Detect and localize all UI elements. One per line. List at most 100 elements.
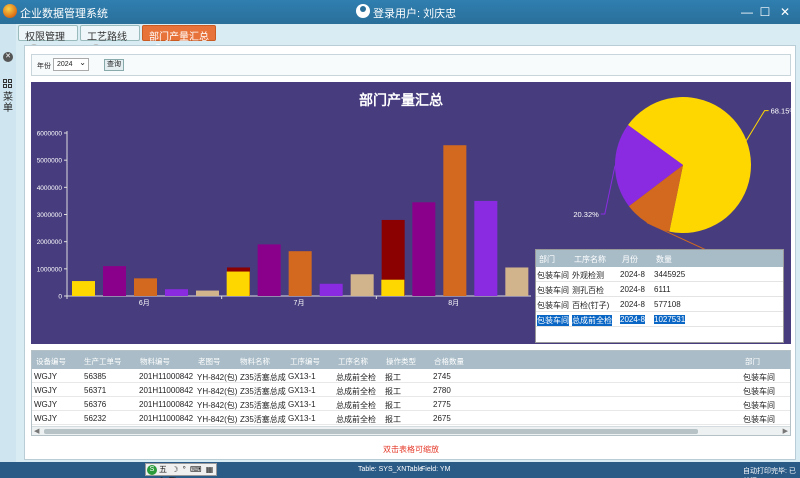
close-window-button[interactable]: ✕ <box>776 3 794 21</box>
tab-permissions[interactable]: 权限管理✕ <box>18 25 78 53</box>
col-header[interactable]: 工序编号 <box>290 356 320 367</box>
cell: WGJY <box>34 400 58 409</box>
cell: 包装车间 <box>537 301 569 310</box>
bar <box>505 267 529 296</box>
summary-row-selected[interactable]: 包装车间 总成前全检 2024-8 1027531 <box>536 312 783 327</box>
horizontal-scrollbar[interactable]: ◀ ▶ <box>32 426 790 435</box>
cell: YH-842(包) <box>197 387 238 396</box>
cell: 报工 <box>385 415 401 424</box>
scrollbar-thumb[interactable] <box>44 429 698 434</box>
cell: 2675 <box>433 414 451 423</box>
col-header[interactable]: 部门 <box>745 356 760 367</box>
cell: 201H11000842 <box>139 414 194 423</box>
summary-row[interactable]: 包装车间 测孔百检 2024-8 6111 <box>536 282 783 297</box>
col-header[interactable]: 老图号 <box>198 356 221 367</box>
bar <box>288 251 312 296</box>
cell: 包装车间 <box>743 387 775 396</box>
cell: WGJY <box>34 414 58 423</box>
cell: 包装车间 <box>537 271 569 280</box>
summary-row[interactable]: 包装车间 百检(钉子) 2024-8 577108 <box>536 297 783 312</box>
cell: 2024-8 <box>620 285 645 294</box>
maximize-button[interactable]: ☐ <box>756 3 774 21</box>
pie-label: 68.15% <box>771 107 791 116</box>
cell: Z35活塞总成 <box>240 387 286 396</box>
cell: WGJY <box>34 386 58 395</box>
cell: 总成前全检 <box>572 315 612 326</box>
pie-chart: 68.15%11.41%20.32% <box>573 97 791 252</box>
filter-bar: 年份 2024 查询 <box>31 54 791 76</box>
cell: 2024-8 <box>620 270 645 279</box>
user-icon <box>356 4 370 18</box>
main-content: 年份 2024 查询 部门产量汇总 0100000020000003000000… <box>24 45 796 460</box>
col-header: 部门 <box>539 255 555 264</box>
summary-table-header: 部门 工序名称 月份 数量 <box>536 250 783 267</box>
cell: 测孔百检 <box>572 286 604 295</box>
bar <box>381 279 405 296</box>
col-header[interactable]: 设备编号 <box>36 356 66 367</box>
tab-label: 权限管理 <box>25 32 65 43</box>
col-header[interactable]: 物料编号 <box>140 356 170 367</box>
cell: 总成前全检 <box>336 387 376 396</box>
menu-label[interactable]: 菜单 <box>3 92 13 114</box>
cell: 577108 <box>654 300 681 309</box>
cell: Z35活塞总成 <box>240 373 286 382</box>
cell: 百检(钉子) <box>572 301 610 310</box>
col-header: 数量 <box>656 255 672 264</box>
cell: 报工 <box>385 401 401 410</box>
tab-process-route[interactable]: 工艺路线✕ <box>80 25 140 53</box>
cell: 6111 <box>654 285 671 294</box>
left-rail: ✕ 菜单 <box>0 24 16 478</box>
y-tick-label: 0 <box>58 294 62 301</box>
cell: YH-842(包) <box>197 373 238 382</box>
bar <box>103 266 126 296</box>
pie-leader-line <box>745 110 769 141</box>
scroll-right-icon[interactable]: ▶ <box>783 427 788 435</box>
tab-label: 部门产量汇总 <box>149 32 209 43</box>
table-row[interactable]: WGJY 56376 201H11000842 YH-842(包) Z35活塞总… <box>32 397 790 411</box>
year-select[interactable]: 2024 <box>53 58 89 71</box>
bar <box>350 274 374 296</box>
table-row[interactable]: WGJY 56232 201H11000842 YH-842(包) Z35活塞总… <box>32 411 790 425</box>
query-button[interactable]: 查询 <box>104 59 124 71</box>
cell: 包装车间 <box>743 415 775 424</box>
close-circle-icon[interactable]: ✕ <box>3 52 13 62</box>
pie-leader-line <box>600 165 616 215</box>
logged-in-user: 登录用户: 刘庆忠 <box>373 8 457 20</box>
cell: 包装车间 <box>743 373 775 382</box>
ime-logo-icon[interactable]: S <box>147 465 157 475</box>
status-bar: S 五 ☽ ° ⌨ ▦ ♣ ▦ Table: SYS_XNTable Field… <box>0 462 800 478</box>
cell: 56371 <box>84 386 107 395</box>
cell: 2780 <box>433 386 451 395</box>
bar <box>412 202 436 296</box>
col-header[interactable]: 操作类型 <box>386 356 416 367</box>
col-header[interactable]: 合格数量 <box>434 356 464 367</box>
cell: Z35活塞总成 <box>240 401 286 410</box>
cell: 包装车间 <box>537 286 569 295</box>
col-header[interactable]: 工序名称 <box>338 356 368 367</box>
x-tick-label: 6月 <box>139 299 150 307</box>
summary-row[interactable]: 包装车间 外观检测 2024-8 3445925 <box>536 267 783 282</box>
cell: 报工 <box>385 387 401 396</box>
bar <box>257 244 281 296</box>
minimize-button[interactable]: — <box>738 3 756 21</box>
cell: 2024-8 <box>620 300 645 309</box>
col-header[interactable]: 生产工单号 <box>84 356 122 367</box>
table-row[interactable]: WGJY 56385 201H11000842 YH-842(包) Z35活塞总… <box>32 369 790 383</box>
table-row[interactable]: WGJY 56371 201H11000842 YH-842(包) Z35活塞总… <box>32 383 790 397</box>
cell: WGJY <box>34 372 58 381</box>
grid-menu-icon[interactable] <box>3 79 13 89</box>
cell: 56376 <box>84 400 107 409</box>
y-tick-label: 5000000 <box>37 158 63 165</box>
status-print: 自动打印完毕: 已关闭 <box>743 468 796 475</box>
year-label: 年份 <box>37 63 51 70</box>
cell: 2775 <box>433 400 451 409</box>
cell: 总成前全检 <box>336 373 376 382</box>
detail-grid[interactable]: 设备编号 生产工单号 物料编号 老图号 物料名称 工序编号 工序名称 操作类型 … <box>31 350 791 436</box>
col-header[interactable]: 物料名称 <box>240 356 270 367</box>
y-tick-label: 3000000 <box>37 212 63 219</box>
tab-dept-output-summary[interactable]: 部门产量汇总✕ <box>142 25 216 53</box>
app-logo-icon <box>3 4 17 18</box>
y-tick-label: 6000000 <box>37 131 63 138</box>
ime-toolbar[interactable]: S 五 ☽ ° ⌨ ▦ ♣ ▦ <box>145 463 217 478</box>
scroll-left-icon[interactable]: ◀ <box>34 427 39 435</box>
